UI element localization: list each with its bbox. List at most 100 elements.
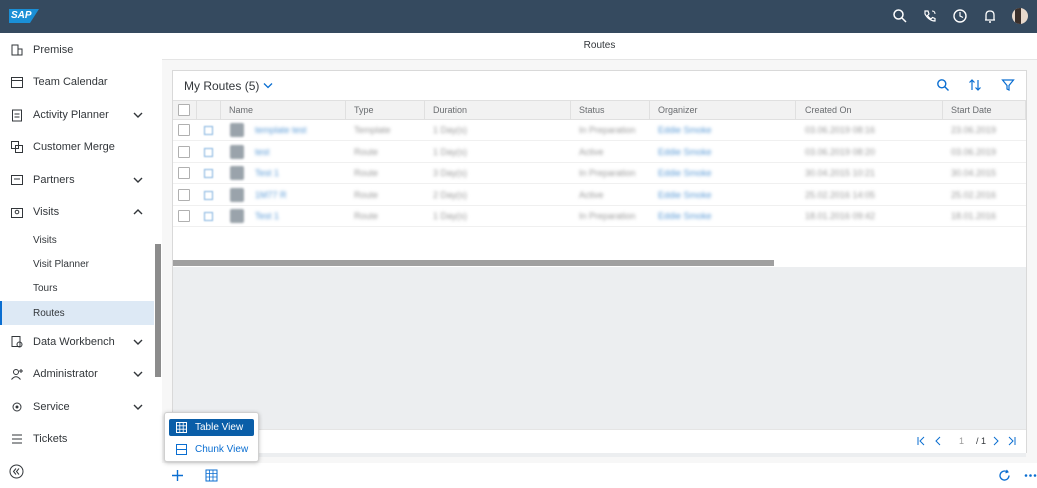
last-page-icon[interactable] <box>1007 436 1017 446</box>
cell-organizer[interactable]: Eddie Smoke <box>650 206 796 227</box>
panel-header: My Routes (5) <box>173 71 1026 100</box>
chevron-down-icon[interactable] <box>133 110 143 120</box>
cell-type: Route <box>354 189 379 200</box>
sidebar-item-premise[interactable]: Premise <box>0 34 154 66</box>
sidebar-item-customer-merge[interactable]: Customer Merge <box>0 131 154 163</box>
bell-icon[interactable] <box>982 8 998 24</box>
calendar-icon <box>11 77 23 88</box>
row-detail-icon[interactable] <box>204 212 213 221</box>
column-header-duration[interactable]: Duration <box>425 101 571 120</box>
chevron-down-icon[interactable] <box>133 402 143 412</box>
row-detail-icon[interactable] <box>204 169 213 178</box>
row-checkbox[interactable] <box>178 124 190 136</box>
sidebar-item-label: Premise <box>33 44 74 56</box>
column-header-status[interactable]: Status <box>571 101 650 120</box>
sort-icon[interactable] <box>968 78 982 92</box>
row-checkbox[interactable] <box>178 145 190 158</box>
row-checkbox[interactable] <box>178 167 190 179</box>
select-all[interactable] <box>173 101 197 120</box>
cell-organizer[interactable]: Eddie Smoke <box>650 185 796 206</box>
cell-duration: 2 Day(s) <box>433 189 468 200</box>
first-page-icon[interactable] <box>916 436 926 446</box>
page-number-input[interactable]: 1 <box>959 436 964 446</box>
sidebar-subitem-visits[interactable]: Visits <box>0 228 154 252</box>
cell-duration: 1 Day(s) <box>433 146 468 157</box>
more-icon[interactable] <box>1024 473 1037 478</box>
search-icon[interactable] <box>892 8 908 24</box>
sidebar-item-team-calendar[interactable]: Team Calendar <box>0 66 154 98</box>
cell-organizer[interactable]: Eddie Smoke <box>650 163 796 184</box>
column-header-start-date[interactable]: Start Date <box>943 101 1026 120</box>
column-header-type[interactable]: Type <box>346 101 425 120</box>
sidebar-item-data-workbench[interactable]: Data Workbench <box>0 326 154 358</box>
refresh-icon[interactable] <box>998 469 1011 482</box>
cell-created: 30.04.2015 10:21 <box>805 168 876 178</box>
merge-icon <box>11 141 23 153</box>
sidebar-item-tickets[interactable]: Tickets <box>0 423 154 455</box>
row-detail-icon[interactable] <box>204 147 213 157</box>
chevron-down-icon[interactable] <box>133 175 143 185</box>
cell-type: Route <box>354 146 379 157</box>
cell-created: 18.01.2016 09:42 <box>805 211 876 221</box>
table-row[interactable]: 1M77 R Route 2 Day(s) Active Eddie Smoke 25.0… <box>173 185 1026 206</box>
horizontal-scroll-thumb[interactable] <box>173 260 774 266</box>
table-view-option[interactable]: Table View <box>169 419 254 436</box>
table-toggle-icon[interactable] <box>205 469 218 482</box>
sidebar-item-visits[interactable]: Visits <box>0 196 154 228</box>
cell-organizer[interactable]: Eddie Smoke <box>650 120 796 141</box>
cell-status: Active <box>579 146 604 157</box>
page-title: Routes <box>162 33 1037 60</box>
view-popover: Table View Chunk View <box>164 412 259 462</box>
sidebar-item-service[interactable]: Service <box>0 391 154 423</box>
row-detail-icon[interactable] <box>204 190 213 200</box>
sidebar-scroll-thumb[interactable] <box>155 244 161 377</box>
previous-page-icon[interactable] <box>933 436 943 446</box>
sidebar-subitem-label: Routes <box>33 307 65 319</box>
row-checkbox[interactable] <box>178 210 190 222</box>
table-row[interactable]: Test 1 Route 3 Day(s) In Preparation Eddie S… <box>173 163 1026 184</box>
cell-name[interactable]: template test <box>247 120 346 141</box>
cell-name[interactable]: test <box>247 142 346 163</box>
avatar[interactable] <box>1012 8 1028 24</box>
sidebar-subitem-visit-planner[interactable]: Visit Planner <box>0 252 154 276</box>
cell-start: 23.06.2019 <box>951 125 997 135</box>
table-row[interactable]: Test 1 Route 1 Day(s) In Preparation Eddie S… <box>173 206 1026 227</box>
column-header-created-on[interactable]: Created On <box>797 101 943 120</box>
chevron-down-icon[interactable] <box>263 82 273 90</box>
sidebar-subitem-label: Tours <box>33 282 58 294</box>
phone-icon[interactable] <box>922 8 938 24</box>
chevron-down-icon[interactable] <box>133 369 143 379</box>
cell-name[interactable]: Test 1 <box>247 206 346 227</box>
sidebar-item-administrator[interactable]: Administrator <box>0 358 154 390</box>
cell-name[interactable]: 1M77 R <box>247 185 346 206</box>
chunk-view-icon <box>176 444 187 455</box>
select-all-checkbox[interactable] <box>178 104 190 116</box>
cell-name[interactable]: Test 1 <box>247 163 346 184</box>
collapse-icon[interactable] <box>9 464 24 479</box>
table-row[interactable]: template test Template 1 Day(s) In Preparat… <box>173 120 1026 141</box>
clock-icon[interactable] <box>952 8 968 24</box>
search-icon[interactable] <box>936 78 950 92</box>
row-detail-icon[interactable] <box>204 126 213 135</box>
route-thumbnail <box>230 209 244 223</box>
row-checkbox[interactable] <box>178 188 190 201</box>
chevron-up-icon[interactable] <box>133 207 143 217</box>
filter-icon[interactable] <box>1001 78 1015 92</box>
column-header-name[interactable]: Name <box>221 101 346 120</box>
table-row[interactable]: test Route 1 Day(s) Active Eddie Smoke 03.06.… <box>173 142 1026 163</box>
column-header-organizer[interactable]: Organizer <box>650 101 796 120</box>
sidebar-item-partners[interactable]: Partners <box>0 164 154 196</box>
cell-start: 25.02.2016 <box>951 189 997 200</box>
cell-duration: 1 Day(s) <box>433 211 468 221</box>
sap-logo[interactable]: SAP <box>9 9 39 23</box>
add-icon[interactable] <box>171 469 184 482</box>
sidebar-subitem-routes[interactable]: Routes <box>0 301 154 325</box>
cell-organizer[interactable]: Eddie Smoke <box>650 142 796 163</box>
sidebar-item-label: Partners <box>33 174 75 186</box>
chunk-view-option[interactable]: Chunk View <box>169 441 254 458</box>
panel-title[interactable]: My Routes (5) <box>184 79 259 93</box>
sidebar-subitem-tours[interactable]: Tours <box>0 276 154 300</box>
sidebar-item-activity-planner[interactable]: Activity Planner <box>0 99 154 131</box>
next-page-icon[interactable] <box>991 436 1001 446</box>
chevron-down-icon[interactable] <box>133 337 143 347</box>
